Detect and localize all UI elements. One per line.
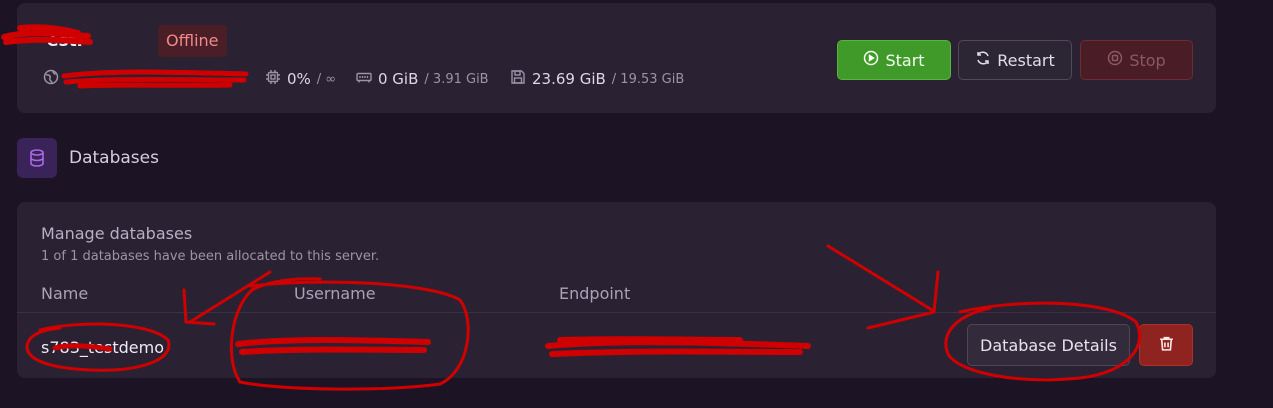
disk-stat: 23.69 GiB / 19.53 GiB — [510, 69, 684, 89]
globe-icon — [43, 69, 59, 89]
memory-value: 0 GiB — [378, 70, 419, 88]
cpu-limit: / ∞ — [316, 71, 337, 87]
memory-stat: 0 GiB / 3.91 GiB — [356, 69, 489, 89]
start-label: Start — [885, 50, 925, 70]
status-badge: Offline — [158, 25, 227, 57]
column-header-name: Name — [41, 284, 89, 303]
cpu-stat: 0% / ∞ — [265, 69, 336, 89]
column-header-username: Username — [294, 284, 376, 303]
trash-icon — [1158, 335, 1175, 356]
server-name: esti — [47, 31, 83, 51]
start-button[interactable]: Start — [837, 40, 951, 80]
disk-limit: / 19.53 GiB — [611, 71, 685, 87]
databases-card: Manage databases 1 of 1 databases have b… — [17, 202, 1216, 378]
restart-label: Restart — [997, 50, 1055, 70]
memory-limit: / 3.91 GiB — [424, 71, 489, 87]
database-details-button[interactable]: Database Details — [967, 324, 1130, 366]
play-circle-icon — [863, 50, 879, 70]
row-divider — [17, 312, 1216, 313]
stop-circle-icon — [1107, 50, 1123, 70]
database-name: s783_testdemo — [41, 338, 164, 357]
manage-subtitle: 1 of 1 databases have been allocated to … — [41, 249, 380, 264]
manage-title: Manage databases — [41, 224, 193, 243]
stop-button[interactable]: Stop — [1080, 40, 1193, 80]
refresh-icon — [975, 50, 991, 70]
memory-icon — [356, 69, 372, 89]
disk-value: 23.69 GiB — [532, 70, 606, 88]
column-header-endpoint: Endpoint — [559, 284, 631, 303]
section-title: Databases — [69, 148, 159, 168]
address-stat — [43, 69, 59, 89]
cpu-chip-icon — [265, 69, 281, 89]
stop-label: Stop — [1129, 50, 1166, 70]
database-icon — [17, 138, 57, 178]
disk-icon — [510, 69, 526, 89]
server-card: esti Offline 0% / ∞ 0 GiB / 3.91 GiB 23.… — [17, 3, 1216, 113]
restart-button[interactable]: Restart — [958, 40, 1072, 80]
delete-database-button[interactable] — [1139, 324, 1193, 366]
cpu-value: 0% — [287, 70, 311, 88]
